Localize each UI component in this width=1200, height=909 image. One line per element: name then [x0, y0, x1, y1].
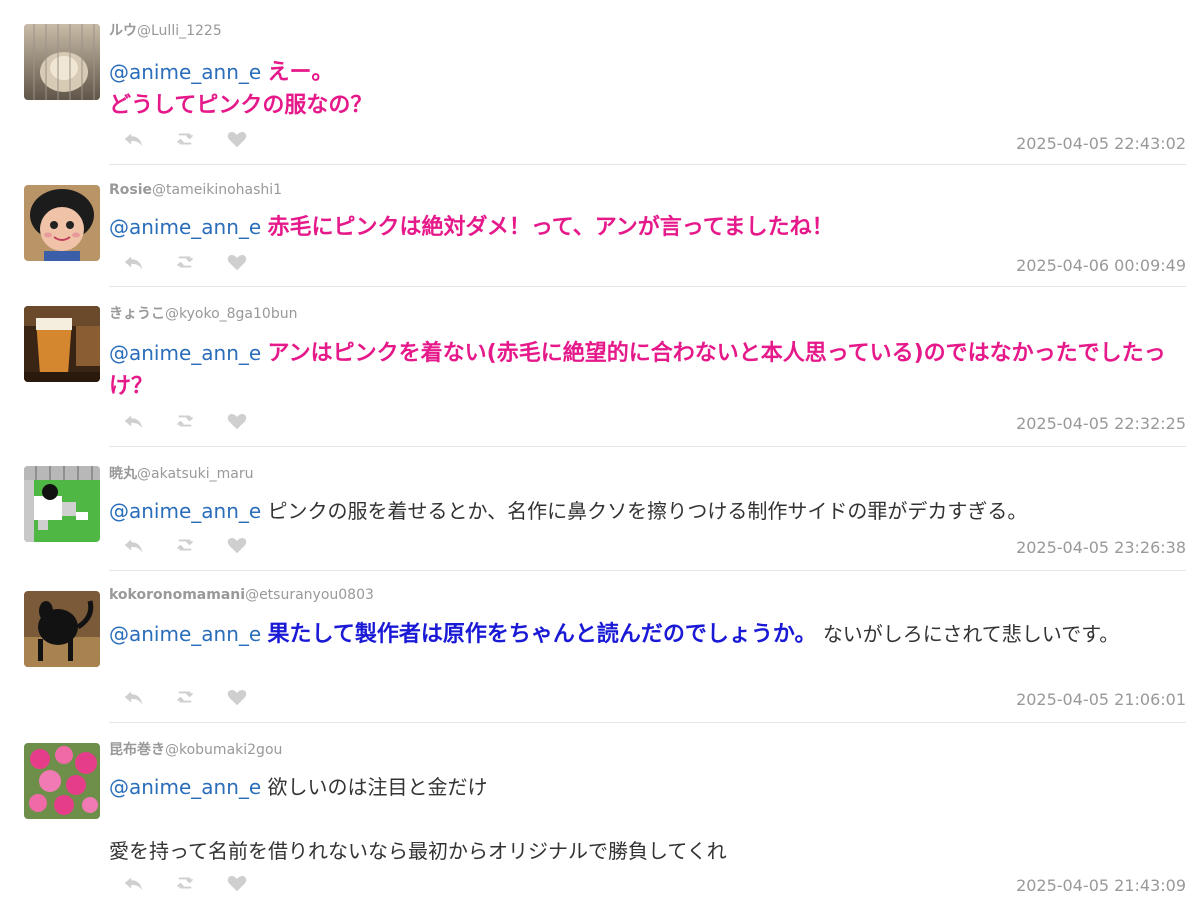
user-handle[interactable]: @etsuranyou0803: [245, 587, 374, 603]
tweet-meta: 昆布巻き@kobumaki2gou: [109, 741, 282, 759]
tweet-body: アンはピンクを着ない(赤毛に絶望的に合わないと本人思っている)のではなかったでし…: [109, 341, 1166, 399]
display-name[interactable]: 昆布巻き: [109, 742, 165, 758]
reply-icon[interactable]: [122, 534, 144, 556]
retweet-icon[interactable]: [174, 872, 196, 894]
tweet-text: @anime_ann_e 赤毛にピンクは絶対ダメ！って、アンが言ってましたね！: [109, 211, 1186, 244]
avatar[interactable]: [24, 24, 100, 100]
divider: [109, 722, 1186, 723]
reply-icon[interactable]: [122, 686, 144, 708]
avatar[interactable]: [24, 466, 100, 542]
tweet-body: 果たして製作者は原作をちゃんと読んだのでしょうか。: [267, 622, 817, 647]
timestamp[interactable]: 2025-04-05 21:06:01: [1016, 690, 1186, 709]
reply-icon[interactable]: [122, 128, 144, 150]
timestamp[interactable]: 2025-04-06 00:09:49: [1016, 256, 1186, 275]
avatar[interactable]: [24, 306, 100, 382]
user-handle[interactable]: @Lulli_1225: [137, 23, 222, 39]
tweet-actions: [122, 251, 248, 273]
timestamp[interactable]: 2025-04-05 22:32:25: [1016, 414, 1186, 433]
display-name[interactable]: kokoronomamani: [109, 587, 245, 603]
mention-link[interactable]: @anime_ann_e: [109, 775, 261, 799]
heart-icon[interactable]: [226, 534, 248, 556]
tweet-text: @anime_ann_e 欲しいのは注目と金だけ 愛を持って名前を借りれないなら…: [109, 771, 1186, 867]
tweet-actions: [122, 410, 248, 432]
retweet-icon[interactable]: [174, 534, 196, 556]
heart-icon[interactable]: [226, 686, 248, 708]
avatar[interactable]: [24, 185, 100, 261]
user-handle[interactable]: @akatsuki_maru: [137, 466, 254, 482]
tweet-meta: kokoronomamani@etsuranyou0803: [109, 586, 374, 604]
tweet-actions: [122, 872, 248, 894]
tweet-meta: きょうこ@kyoko_8ga10bun: [109, 305, 297, 323]
tweet-meta: Rosie@tameikinohashi1: [109, 181, 282, 199]
heart-icon[interactable]: [226, 872, 248, 894]
tweet-actions: [122, 534, 248, 556]
timestamp[interactable]: 2025-04-05 21:43:09: [1016, 876, 1186, 895]
tweet-text: @anime_ann_e 果たして製作者は原作をちゃんと読んだのでしょうか。 な…: [109, 618, 1186, 651]
retweet-icon[interactable]: [174, 251, 196, 273]
divider: [109, 570, 1186, 571]
display-name[interactable]: Rosie: [109, 182, 152, 198]
display-name[interactable]: 暁丸: [109, 466, 137, 482]
tweet-actions: [122, 686, 248, 708]
user-handle[interactable]: @kyoko_8ga10bun: [165, 306, 297, 322]
tweet-meta: ルウ@Lulli_1225: [109, 22, 222, 40]
tweet-text: @anime_ann_e ピンクの服を着せるとか、名作に鼻クソを擦りつける制作サ…: [109, 495, 1186, 527]
heart-icon[interactable]: [226, 251, 248, 273]
reply-icon[interactable]: [122, 872, 144, 894]
timestamp[interactable]: 2025-04-05 22:43:02: [1016, 134, 1186, 153]
reply-icon[interactable]: [122, 251, 144, 273]
retweet-icon[interactable]: [174, 686, 196, 708]
display-name[interactable]: きょうこ: [109, 306, 165, 322]
mention-link[interactable]: @anime_ann_e: [109, 341, 261, 365]
tweet-body: ピンクの服を着せるとか、名作に鼻クソを擦りつける制作サイドの罪がデカすぎる。: [267, 499, 1028, 523]
mention-link[interactable]: @anime_ann_e: [109, 622, 261, 646]
display-name[interactable]: ルウ: [109, 23, 137, 39]
tweet-meta: 暁丸@akatsuki_maru: [109, 465, 254, 483]
heart-icon[interactable]: [226, 128, 248, 150]
user-handle[interactable]: @kobumaki2gou: [165, 742, 282, 758]
divider: [109, 446, 1186, 447]
tweet-text: @anime_ann_e えー。 どうしてピンクの服なの？: [109, 56, 1186, 122]
heart-icon[interactable]: [226, 410, 248, 432]
mention-link[interactable]: @anime_ann_e: [109, 215, 261, 239]
timestamp[interactable]: 2025-04-05 23:26:38: [1016, 538, 1186, 557]
avatar[interactable]: [24, 743, 100, 819]
reply-feed: ルウ@Lulli_1225 @anime_ann_e えー。 どうしてピンクの服…: [0, 0, 1200, 909]
retweet-icon[interactable]: [174, 410, 196, 432]
mention-link[interactable]: @anime_ann_e: [109, 499, 261, 523]
divider: [109, 286, 1186, 287]
tweet-actions: [122, 128, 248, 150]
mention-link[interactable]: @anime_ann_e: [109, 60, 261, 84]
divider: [109, 164, 1186, 165]
retweet-icon[interactable]: [174, 128, 196, 150]
tweet-text: @anime_ann_e アンはピンクを着ない(赤毛に絶望的に合わないと本人思っ…: [109, 337, 1186, 403]
tweet-extra: ないがしろにされて悲しいです。: [822, 622, 1120, 646]
reply-icon[interactable]: [122, 410, 144, 432]
avatar[interactable]: [24, 591, 100, 667]
user-handle[interactable]: @tameikinohashi1: [152, 182, 282, 198]
tweet-body: 赤毛にピンクは絶対ダメ！って、アンが言ってましたね！: [267, 215, 834, 240]
